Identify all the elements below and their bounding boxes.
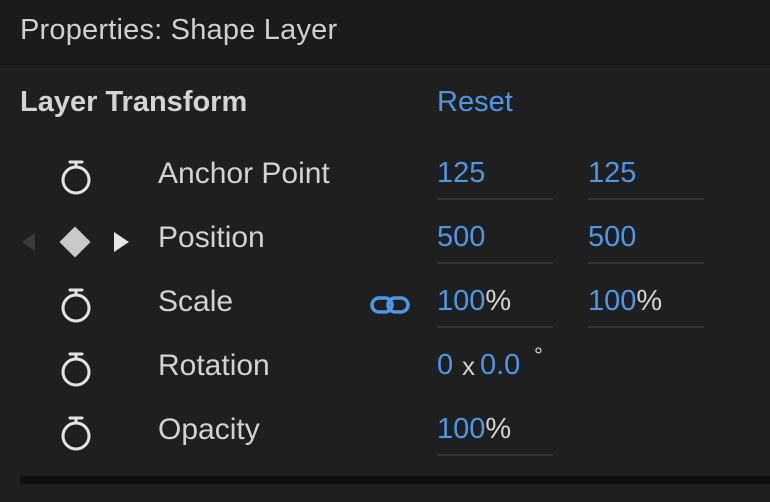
- reset-button[interactable]: Reset: [437, 86, 513, 119]
- property-label-opacity: Opacity: [158, 413, 260, 446]
- position-x-underline: [437, 262, 553, 264]
- anchor-point-y-value[interactable]: 125: [588, 157, 636, 190]
- panel-divider: [20, 476, 770, 484]
- position-x-value[interactable]: 500: [437, 221, 485, 254]
- property-label-anchor-point: Anchor Point: [158, 157, 330, 190]
- rotation-separator: x: [462, 351, 475, 381]
- opacity-underline: [437, 454, 553, 456]
- link-icon[interactable]: [370, 293, 410, 317]
- scale-x-unit: %: [485, 285, 512, 317]
- opacity-number: 100: [437, 413, 486, 445]
- next-keyframe-icon[interactable]: [114, 232, 129, 252]
- anchor-point-x-value[interactable]: 125: [437, 157, 485, 190]
- keyframe-diamond-icon[interactable]: [59, 226, 91, 258]
- scale-x-number: 100: [437, 285, 486, 317]
- property-label-rotation: Rotation: [158, 349, 270, 382]
- position-y-value[interactable]: 500: [588, 221, 636, 254]
- scale-x-underline: [437, 326, 553, 328]
- degree-symbol: °: [534, 343, 543, 368]
- scale-y-underline: [588, 326, 704, 328]
- anchor-point-x-underline: [437, 198, 553, 200]
- stopwatch-icon[interactable]: [56, 349, 96, 389]
- property-row-opacity: Opacity 100%: [0, 401, 770, 461]
- property-row-rotation: Rotation 0 x 0.0 °: [0, 337, 770, 397]
- property-label-scale: Scale: [158, 285, 234, 318]
- opacity-value[interactable]: 100%: [437, 413, 511, 446]
- stopwatch-icon[interactable]: [56, 413, 96, 453]
- stopwatch-icon[interactable]: [56, 285, 96, 325]
- panel-title: Properties: Shape Layer: [20, 14, 338, 46]
- property-row-position: Position 500 500: [0, 209, 770, 269]
- section-title-layer-transform: Layer Transform: [20, 86, 248, 118]
- property-row-anchor-point: Anchor Point 125 125: [0, 145, 770, 205]
- property-row-scale: Scale 100% 100%: [0, 273, 770, 333]
- scale-y-value[interactable]: 100%: [588, 285, 662, 318]
- previous-keyframe-icon[interactable]: [22, 233, 35, 251]
- scale-x-value[interactable]: 100%: [437, 285, 511, 318]
- position-y-underline: [588, 262, 704, 264]
- panel-header: Properties: Shape Layer: [0, 0, 770, 65]
- anchor-point-y-underline: [588, 198, 704, 200]
- rotation-degrees-value[interactable]: 0.0: [480, 349, 520, 382]
- stopwatch-icon[interactable]: [56, 157, 96, 197]
- property-label-position: Position: [158, 221, 265, 254]
- scale-y-unit: %: [636, 285, 663, 317]
- rotation-revolutions-value[interactable]: 0: [437, 349, 453, 382]
- scale-y-number: 100: [588, 285, 637, 317]
- opacity-unit: %: [485, 413, 512, 445]
